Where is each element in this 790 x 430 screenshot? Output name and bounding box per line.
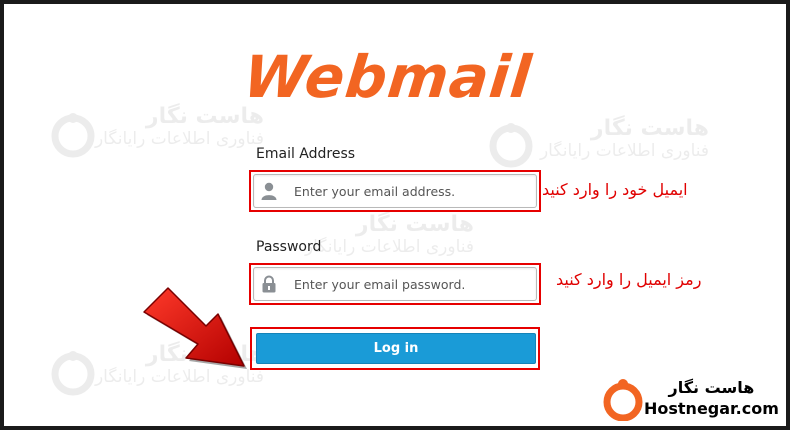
watermark-subtitle: فناوری اطلاعات رایانگار [94, 129, 264, 149]
watermark-title: هاست نگار [355, 212, 474, 237]
webmail-logo: Webmail [240, 43, 536, 111]
watermark-title: هاست نگار [145, 104, 264, 129]
screenshot-canvas: هاست نگار فناوری اطلاعات رایانگار هاست ن… [4, 4, 786, 426]
watermark-logo-icon [489, 123, 533, 168]
hostnegar-logo-icon [603, 379, 643, 421]
password-hint-annotation: رمز ایمیل را وارد کنید [556, 270, 702, 289]
watermark-title: هاست نگار [590, 116, 709, 141]
lock-icon [254, 268, 284, 300]
watermark-top-right: هاست نگار فناوری اطلاعات رایانگار [539, 116, 709, 161]
email-input[interactable] [292, 175, 530, 207]
password-field-wrapper [253, 267, 537, 301]
email-label: Email Address [256, 146, 356, 162]
password-input[interactable] [292, 268, 530, 300]
email-field-wrapper [253, 174, 537, 208]
red-arrow-icon [143, 287, 247, 369]
brand-block: هاست نگار Hostnegar.com [644, 378, 779, 418]
password-label: Password [256, 239, 322, 255]
watermark-logo-icon [51, 113, 95, 158]
brand-name-fa: هاست نگار [668, 378, 755, 397]
email-hint-annotation: ایمیل خود را وارد کنید [542, 180, 688, 199]
user-icon [254, 175, 284, 207]
watermark-center: هاست نگار فناوری اطلاعات رایانگار [304, 212, 474, 257]
watermark-top-left: هاست نگار فناوری اطلاعات رایانگار [94, 104, 264, 149]
watermark-logo-icon [51, 351, 95, 396]
login-button[interactable]: Log in [256, 333, 536, 364]
watermark-subtitle: فناوری اطلاعات رایانگار [539, 141, 709, 161]
brand-site: Hostnegar.com [644, 399, 779, 418]
watermark-subtitle: فناوری اطلاعات رایانگار [304, 237, 474, 257]
